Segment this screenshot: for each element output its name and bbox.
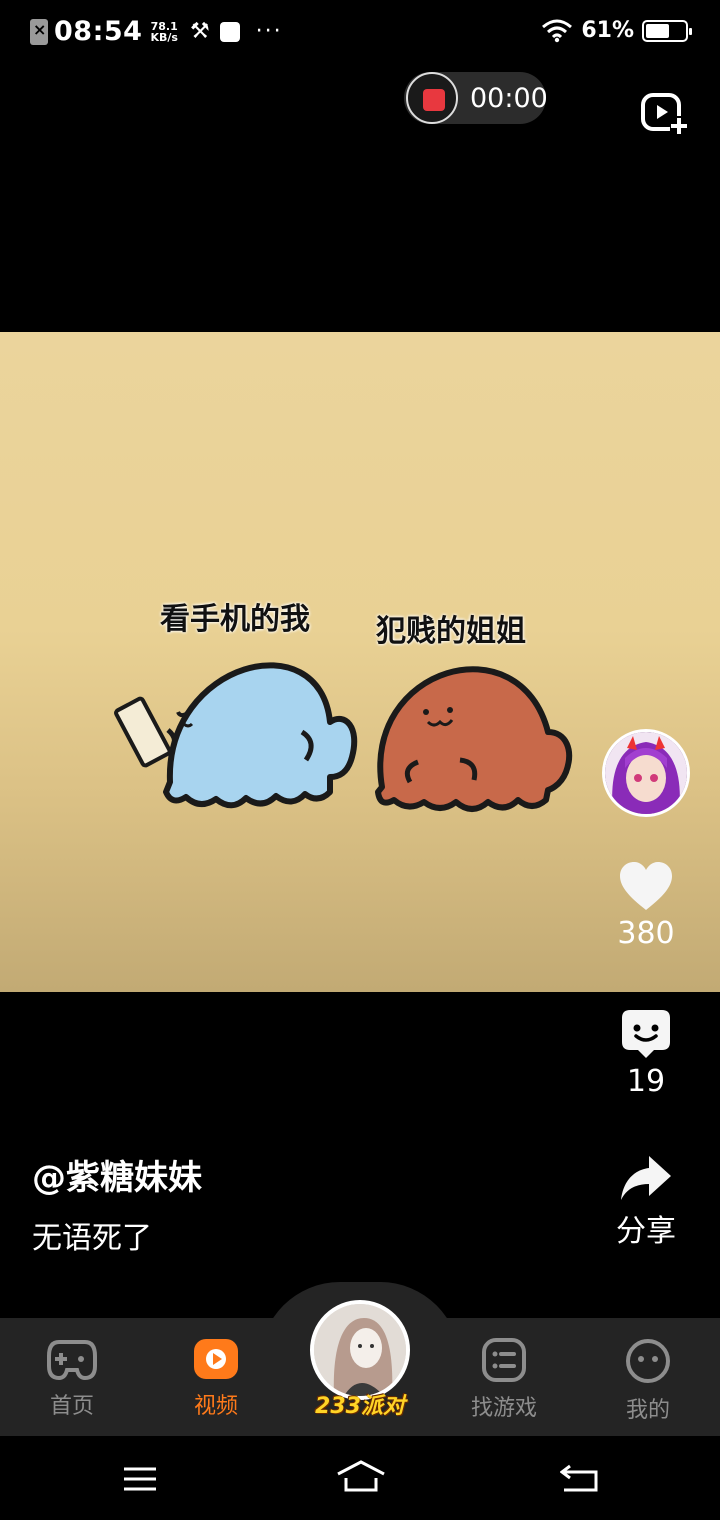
party-avatar-art (314, 1304, 406, 1396)
network-speed: 78.1 KB/s (150, 21, 177, 43)
screen-recorder[interactable]: 00:00 (404, 72, 548, 124)
profile-face-icon (626, 1339, 670, 1383)
comment-count: 19 (626, 1064, 666, 1099)
blue-ghost (163, 662, 358, 809)
sim-card-off-icon (30, 18, 48, 45)
home-icon[interactable] (336, 1460, 386, 1494)
tab-profile[interactable]: 我的 (593, 1338, 703, 1424)
like-button[interactable]: 380 (596, 860, 696, 951)
share-label: 分享 (616, 1214, 676, 1249)
status-time: 08:54 (54, 16, 143, 47)
record-stop-icon[interactable] (406, 72, 458, 124)
system-nav-bar (0, 1436, 720, 1520)
author-name[interactable]: @紫糖妹妹 (32, 1150, 202, 1199)
game-list-icon (482, 1338, 526, 1382)
share-button[interactable]: 分享 (596, 1154, 696, 1250)
app-square-icon (219, 21, 240, 42)
party-avatar[interactable] (310, 1300, 410, 1400)
author-avatar[interactable] (602, 729, 690, 817)
status-bar: 08:54 78.1 KB/s ⚒ ··· 61% (0, 0, 720, 66)
video-add-icon[interactable] (640, 90, 688, 136)
share-icon (621, 1156, 671, 1200)
tab-profile-label: 我的 (625, 1398, 670, 1423)
battery-icon (642, 19, 692, 42)
tab-video-label: 视频 (193, 1394, 238, 1419)
tab-find-games[interactable]: 找游戏 (449, 1338, 559, 1422)
orange-ghost (375, 666, 573, 812)
wifi-icon (542, 19, 573, 42)
comment-button[interactable]: 19 (596, 1008, 696, 1099)
phone-prop (114, 696, 172, 768)
network-speed-unit: KB/s (150, 30, 178, 44)
video-play-icon (194, 1339, 238, 1379)
gamepad-icon (47, 1340, 97, 1381)
battery-percent: 61% (581, 18, 634, 43)
post-description: 无语死了 (32, 1221, 152, 1256)
record-time: 00:00 (470, 83, 548, 114)
comment-icon (622, 1010, 670, 1058)
author-avatar-art (605, 732, 687, 814)
heart-icon (620, 862, 672, 910)
tab-party-label[interactable]: 233派对 (300, 1388, 420, 1420)
like-count: 380 (617, 916, 675, 951)
tab-home[interactable]: 首页 (17, 1338, 127, 1420)
tab-video[interactable]: 视频 (161, 1338, 271, 1420)
back-icon[interactable] (560, 1464, 598, 1494)
tools-icon: ⚒ (189, 19, 210, 44)
tab-home-label: 首页 (49, 1394, 94, 1419)
more-dots-icon: ··· (255, 19, 283, 44)
tab-find-games-label: 找游戏 (470, 1396, 537, 1421)
battery-fill (646, 23, 669, 38)
menu-icon[interactable] (122, 1466, 158, 1492)
